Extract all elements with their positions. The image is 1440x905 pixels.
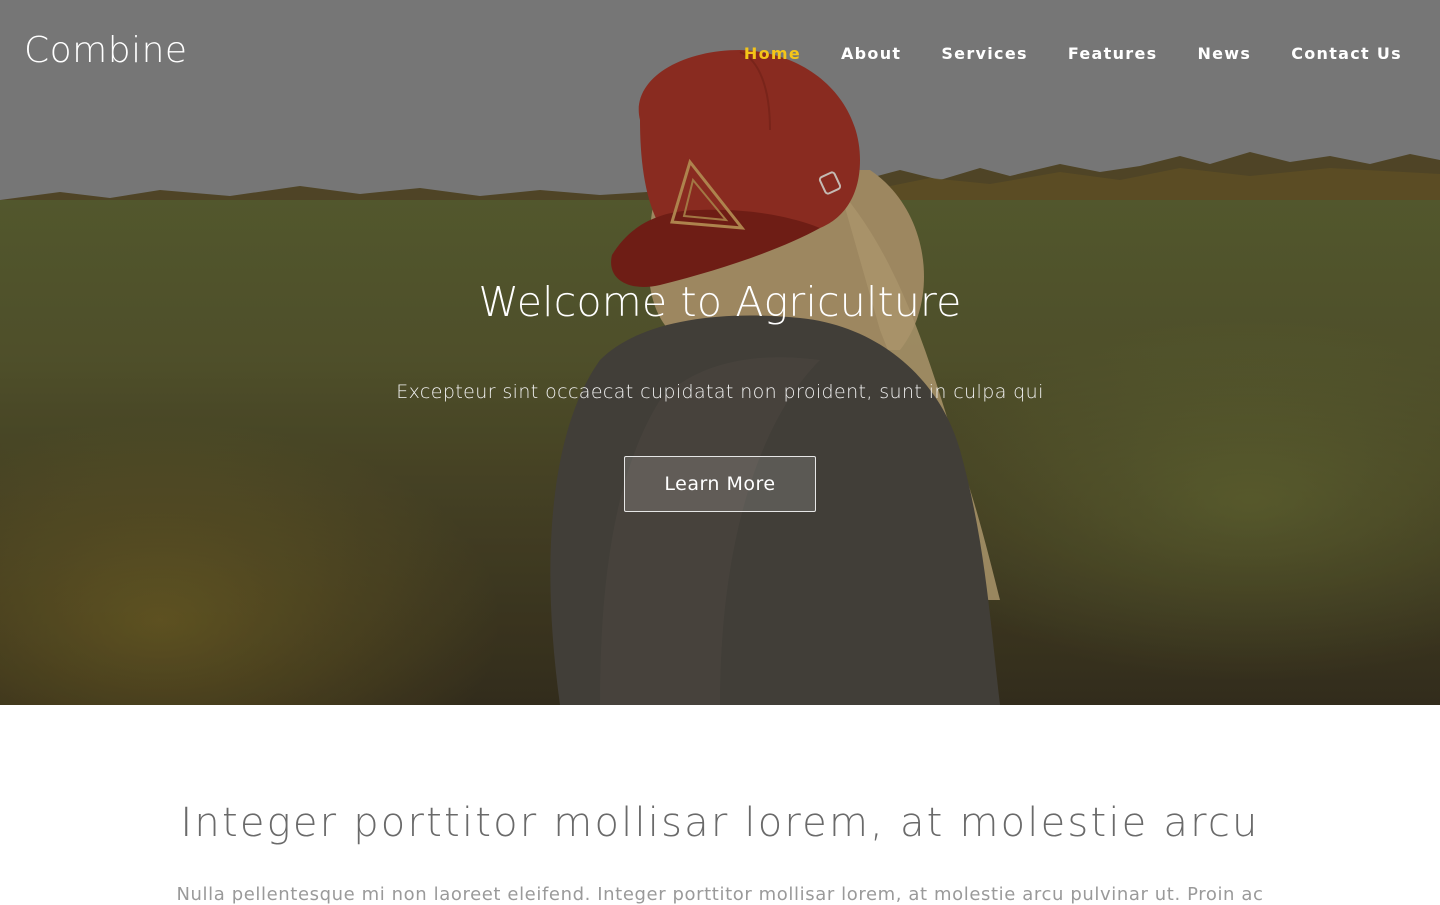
nav-news[interactable]: News <box>1197 44 1251 63</box>
nav-services[interactable]: Services <box>941 44 1027 63</box>
hero-title: Welcome to Agriculture <box>478 278 962 326</box>
hero-overlay <box>0 0 1440 705</box>
intro-title: Integer porttitor mollisar lorem, at mol… <box>180 800 1260 846</box>
site-logo[interactable]: Combine <box>24 30 188 71</box>
nav-home[interactable]: Home <box>744 44 801 63</box>
main-nav: Home About Services Features News Contac… <box>704 44 1402 63</box>
nav-about[interactable]: About <box>841 44 901 63</box>
nav-features[interactable]: Features <box>1068 44 1158 63</box>
hero-subtitle: Excepteur sint occaecat cupidatat non pr… <box>396 381 1044 403</box>
hero-section <box>0 0 1440 705</box>
intro-text: Nulla pellentesque mi non laoreet eleife… <box>176 884 1264 905</box>
nav-contact-us[interactable]: Contact Us <box>1291 44 1402 63</box>
learn-more-button[interactable]: Learn More <box>624 456 816 512</box>
